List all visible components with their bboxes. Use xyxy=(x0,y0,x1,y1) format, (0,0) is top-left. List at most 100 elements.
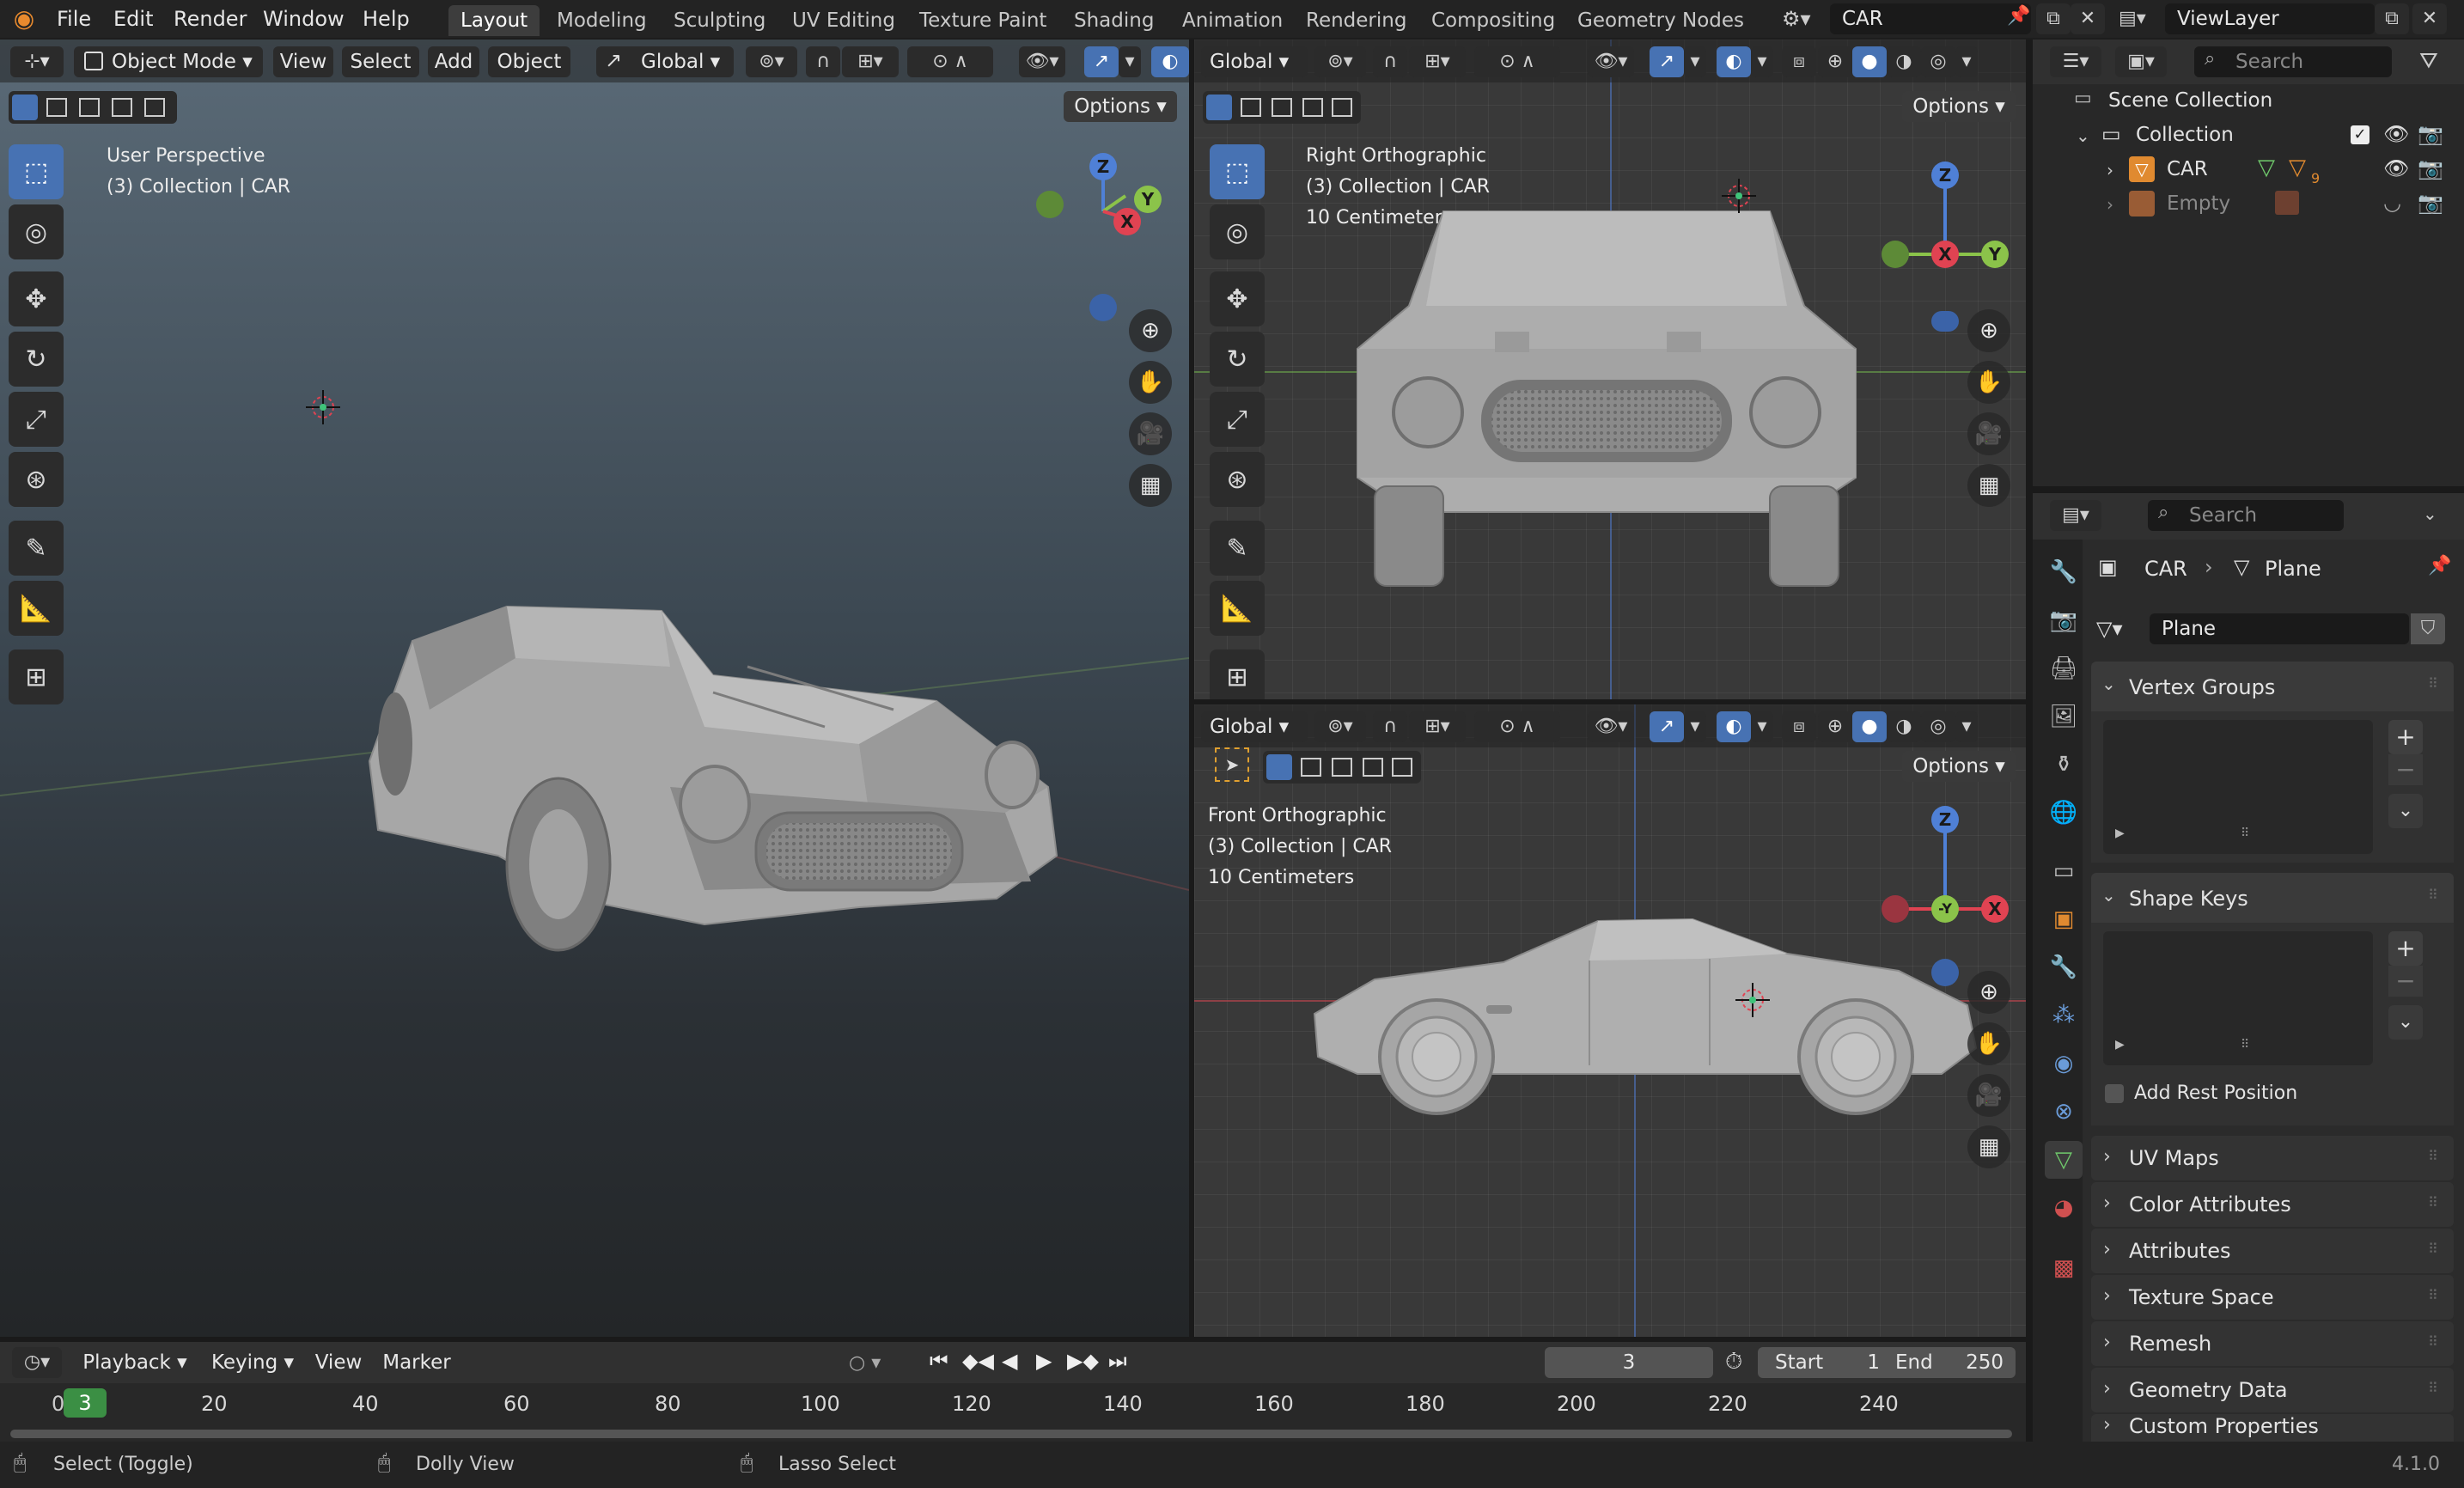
select-extend-icon[interactable] xyxy=(1301,758,1321,777)
display-mode-icon[interactable]: ▣▾ xyxy=(2115,46,2167,77)
data-tab-icon[interactable]: ▽ xyxy=(2045,1141,2083,1179)
tab-compositing[interactable]: Compositing xyxy=(1419,5,1567,36)
select-intersect-icon[interactable] xyxy=(144,98,165,117)
options-dropdown[interactable]: Options ▾ xyxy=(1902,91,2016,122)
list-resize-icon[interactable]: ⠿ xyxy=(2241,1038,2249,1052)
chevron-down-icon[interactable]: ⌄ xyxy=(2076,125,2090,146)
blender-logo-icon[interactable]: ◉ xyxy=(9,3,40,34)
properties-search-input[interactable]: Search xyxy=(2148,500,2344,531)
new-view-layer-icon[interactable]: ⧉ xyxy=(2375,3,2409,34)
current-frame-field[interactable]: 3 xyxy=(1545,1347,1713,1378)
car-model-front[interactable] xyxy=(1323,203,1890,598)
drag-handle-icon[interactable]: ⠿ xyxy=(2428,1241,2438,1257)
navigation-gizmo[interactable]: Z Y X xyxy=(1022,143,1177,332)
pan-hand-icon[interactable]: ✋ xyxy=(1967,361,2010,404)
select-tool-icon[interactable]: ➤ xyxy=(1215,747,1249,782)
remove-vertex-group-button[interactable]: − xyxy=(2388,754,2423,785)
view-layer-tab-icon[interactable]: 🖼 xyxy=(2045,698,2083,735)
editor-type-icon[interactable]: ▤▾ xyxy=(2050,500,2101,531)
proportional-edit-icon[interactable]: ⊙ ∧ xyxy=(1474,46,1560,77)
panel-uv-maps[interactable]: › UV Maps ⠿ xyxy=(2091,1136,2454,1180)
transform-tool-icon[interactable]: ⊛ xyxy=(9,452,64,507)
viewport-front-ortho[interactable]: Global ▾ ⊚▾ ∩ ⊞▾ ⊙ ∧ 👁▾ ↗ ▾ ◐ ▾ ⧈ ⊕ ● ◑ … xyxy=(1194,704,2026,1337)
particles-tab-icon[interactable]: ⁂ xyxy=(2045,997,2083,1034)
snap-target-icon[interactable]: ⊞▾ xyxy=(842,46,899,77)
panel-color-attributes[interactable]: › Color Attributes ⠿ xyxy=(2091,1182,2454,1227)
stopwatch-icon[interactable]: ⏱ xyxy=(1725,1349,1742,1375)
jump-end-icon[interactable]: ⏭ xyxy=(1108,1349,1127,1373)
empty-data-icon[interactable] xyxy=(2275,191,2299,215)
axis-neg-y-icon[interactable]: -Y xyxy=(1931,895,1959,923)
remove-shape-key-button[interactable]: − xyxy=(2388,966,2423,997)
measure-tool-icon[interactable]: 📐 xyxy=(9,581,64,636)
shape-key-specials-button[interactable]: ⌄ xyxy=(2388,1005,2423,1040)
mesh-browse-icon[interactable]: ▽▾ xyxy=(2096,613,2148,644)
panel-texture-space[interactable]: › Texture Space ⠿ xyxy=(2091,1275,2454,1320)
timeline-editor-icon[interactable]: ◷▾ xyxy=(12,1347,62,1378)
menu-view[interactable]: View xyxy=(273,46,333,77)
list-resize-icon[interactable]: ⠿ xyxy=(2241,826,2249,840)
collection-tab-icon[interactable]: ▭ xyxy=(2045,852,2083,890)
transform-orientation-select[interactable]: Global ▾ xyxy=(1201,711,1308,742)
camera-render-icon[interactable]: 📷 xyxy=(2418,122,2443,146)
select-subtract-icon[interactable] xyxy=(1332,758,1352,777)
axis-neg-z-icon[interactable] xyxy=(1931,311,1959,332)
tab-geometry-nodes[interactable]: Geometry Nodes xyxy=(1565,5,1756,36)
grid-toggle-icon[interactable]: ▦ xyxy=(1967,1125,2010,1168)
chevron-right-icon[interactable]: › xyxy=(2107,160,2113,180)
fake-user-shield-icon[interactable]: ⛉ xyxy=(2411,613,2445,644)
scale-tool-icon[interactable]: ⤢ xyxy=(1210,392,1265,447)
eye-icon[interactable]: 👁 xyxy=(2383,122,2409,146)
chevron-down-icon[interactable]: ⌄ xyxy=(2423,503,2437,524)
tab-layout[interactable]: Layout xyxy=(448,5,540,36)
snap-icon[interactable]: ∩ xyxy=(1373,46,1407,77)
drag-handle-icon[interactable]: ⠿ xyxy=(2428,1194,2438,1211)
snap-icon[interactable]: ∩ xyxy=(1373,711,1407,742)
drag-handle-icon[interactable]: ⠿ xyxy=(2428,675,2438,692)
select-subtract-icon[interactable] xyxy=(79,98,100,117)
select-intersect-icon[interactable] xyxy=(1392,758,1412,777)
tool-tab-icon[interactable]: 🔧 xyxy=(2045,553,2083,591)
overlay-dropdown-icon[interactable]: ▾ xyxy=(1751,711,1773,742)
pin-icon[interactable]: 📌 xyxy=(2007,5,2030,27)
wireframe-shading-icon[interactable]: ⊕ xyxy=(1818,711,1852,742)
proportional-edit-icon[interactable]: ⊙ ∧ xyxy=(1474,711,1560,742)
rendered-shading-icon[interactable]: ◎ xyxy=(1921,46,1955,77)
menu-object[interactable]: Object xyxy=(488,46,570,77)
move-tool-icon[interactable]: ✥ xyxy=(1210,271,1265,326)
select-new-icon[interactable] xyxy=(1266,754,1292,780)
menu-select[interactable]: Select xyxy=(342,46,419,77)
menu-render[interactable]: Render xyxy=(174,0,247,38)
select-invert-icon[interactable] xyxy=(1302,98,1323,117)
select-extend-icon[interactable] xyxy=(1241,98,1261,117)
constraints-tab-icon[interactable]: ⊗ xyxy=(2045,1093,2083,1131)
collection-label[interactable]: Collection xyxy=(2136,124,2234,146)
chevron-right-icon[interactable]: › xyxy=(2107,194,2113,215)
tab-sculpting[interactable]: Sculpting xyxy=(662,5,778,36)
gizmo-dropdown-icon[interactable]: ▾ xyxy=(1684,46,1706,77)
shading-dropdown-icon[interactable]: ▾ xyxy=(1955,711,1978,742)
menu-marker[interactable]: Marker xyxy=(378,1347,455,1378)
navigation-gizmo[interactable]: Z X -Y xyxy=(1864,806,2019,988)
gizmo-icon[interactable]: ↗ xyxy=(1084,46,1119,77)
add-vertex-group-button[interactable]: + xyxy=(2388,720,2423,754)
render-tab-icon[interactable]: 📷 xyxy=(2045,601,2083,639)
axis-y-icon[interactable]: Y xyxy=(1134,186,1162,213)
area-divider[interactable] xyxy=(2026,40,2033,1442)
frame-ruler[interactable]: 0 3 20 40 60 80 100 120 140 160 180 200 … xyxy=(0,1387,2026,1421)
rendered-shading-icon[interactable]: ◎ xyxy=(1921,711,1955,742)
pivot-icon[interactable]: ⊚▾ xyxy=(1314,711,1366,742)
mesh-name-field[interactable]: Plane xyxy=(2150,613,2409,644)
visibility-icon[interactable]: 👁▾ xyxy=(1588,46,1634,77)
camera-render-icon[interactable]: 📷 xyxy=(2418,156,2443,180)
select-new-icon[interactable] xyxy=(12,95,38,120)
menu-view[interactable]: View xyxy=(313,1347,364,1378)
drag-handle-icon[interactable]: ⠿ xyxy=(2428,1148,2438,1164)
snap-target-icon[interactable]: ⊞▾ xyxy=(1409,711,1466,742)
menu-edit[interactable]: Edit xyxy=(113,0,153,38)
snap-icon[interactable]: ∩ xyxy=(806,46,840,77)
select-invert-icon[interactable] xyxy=(1363,758,1383,777)
visibility-icon[interactable]: 👁▾ xyxy=(1588,711,1634,742)
rotate-tool-icon[interactable]: ↻ xyxy=(9,332,64,387)
editor-type-icon[interactable]: ☰▾ xyxy=(2050,46,2101,77)
